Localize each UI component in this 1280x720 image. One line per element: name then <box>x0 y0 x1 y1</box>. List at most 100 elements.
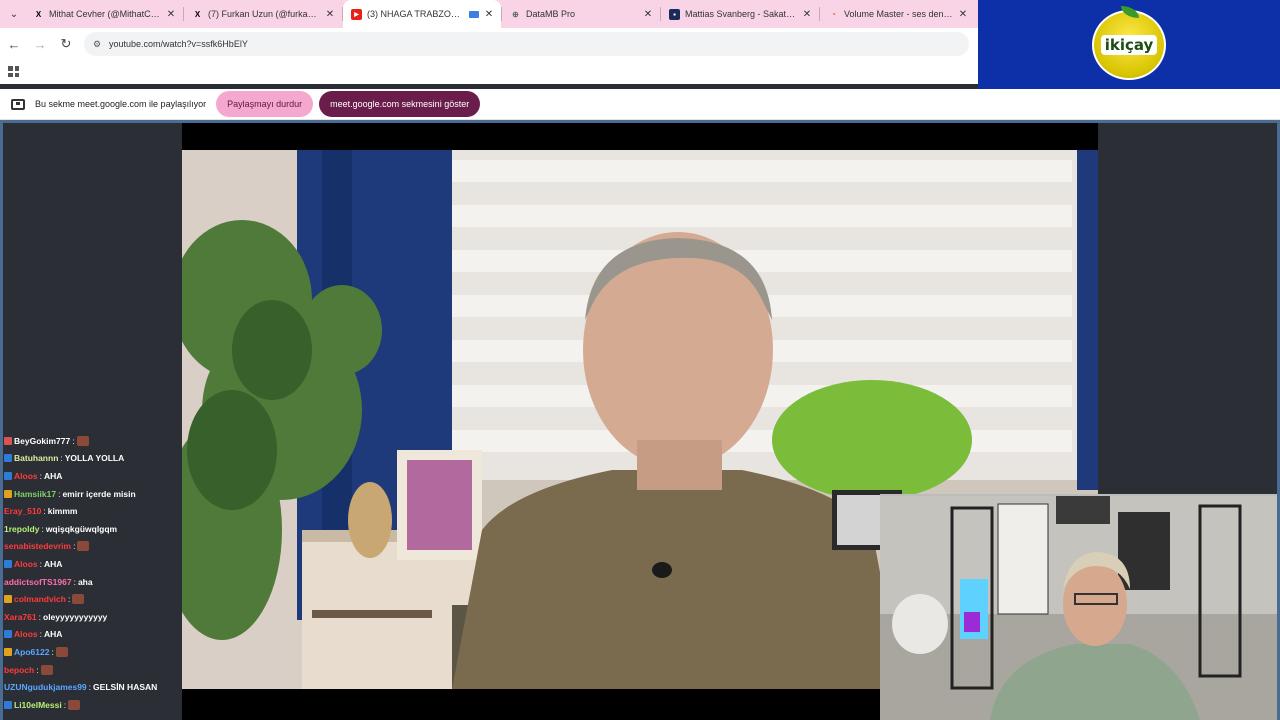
x-logo-icon: X <box>35 9 42 19</box>
chat-username[interactable]: Hamsiik17 <box>14 489 56 499</box>
chat-username[interactable]: Apo6122 <box>14 647 49 657</box>
chat-separator: : <box>72 435 75 446</box>
badge-icon <box>4 454 12 463</box>
leaf-icon <box>1121 5 1139 18</box>
chat-message: Apo6122: <box>3 643 181 661</box>
chat-separator: : <box>36 664 39 675</box>
apps-grid-icon[interactable] <box>8 66 19 77</box>
tab-title: (3) NHAGA TRABZONSPOR <box>367 9 466 19</box>
close-icon[interactable]: ✕ <box>324 8 336 20</box>
tab-0[interactable]: X Mithat Cevher (@MithatCevher ✕ <box>25 0 183 28</box>
chat-username[interactable]: colmandvich <box>14 594 66 604</box>
tab-title: Mithat Cevher (@MithatCevher <box>49 9 161 19</box>
tab-5[interactable]: ◔ Volume Master - ses denetleyici ✕ <box>820 0 975 28</box>
chat-message: 1repoldy: wqişqkgüwqlgqm <box>3 520 181 538</box>
chat-text: AHA <box>44 629 63 640</box>
chat-username[interactable]: 1repoldy <box>4 524 39 534</box>
chat-separator: : <box>73 541 76 552</box>
chat-separator: : <box>88 682 92 693</box>
chat-username[interactable]: Li10elMessi <box>14 700 62 710</box>
emote-icon <box>68 699 81 710</box>
bookmarks-bar <box>0 60 978 84</box>
chat-separator: : <box>63 699 67 710</box>
tab-4[interactable]: ▪ Mattias Svanberg - Sakatlık geç ✕ <box>661 0 819 28</box>
tab-1[interactable]: X (7) Furkan Uzun (@furkan__uzu ✕ <box>184 0 342 28</box>
chat-message: Eray_510: kimmm <box>3 502 181 520</box>
chat-message: Li10elMessi: <box>3 696 181 714</box>
emote-icon <box>77 541 90 552</box>
tab-strip: ⌄ X Mithat Cevher (@MithatCevher ✕ X (7) Fur… <box>0 0 978 28</box>
chat-separator: : <box>43 506 46 517</box>
chat-text: AHA <box>44 558 63 569</box>
close-icon[interactable]: ✕ <box>642 8 654 20</box>
chat-separator: : <box>39 558 42 569</box>
emote-icon <box>76 435 89 446</box>
chat-username[interactable]: Aloos <box>14 559 38 569</box>
chat-message: colmandvich: <box>3 590 181 608</box>
video-content: BeyGokim777: Batuhannn: YOLLA YOLLA Aloos: A… <box>0 120 1280 720</box>
chat-separator: : <box>67 594 71 605</box>
chat-message: bepoch: <box>3 661 181 679</box>
chat-message: Aloos: AHA <box>3 626 181 644</box>
site-icon: ▪ <box>669 8 680 20</box>
youtube-icon: ▶ <box>351 8 362 20</box>
badge-icon <box>4 595 12 604</box>
chat-text: GELSİN HASAN <box>93 682 158 693</box>
chat-username[interactable]: senabistedevrim <box>4 541 71 551</box>
chat-username[interactable]: addictsofTS1967 <box>4 577 72 587</box>
chat-username[interactable]: UZUNgudukjames99 <box>4 682 87 692</box>
chat-separator: : <box>38 611 41 622</box>
stream-logo: ikiçay <box>978 0 1280 89</box>
site-info-icon[interactable]: ⚙ <box>90 37 104 51</box>
chat-message: addictsofTS1967: aha <box>3 573 181 591</box>
address-bar[interactable]: ⚙ youtube.com/watch?v=ssfk6HbElY <box>84 32 969 56</box>
chat-text: AHA <box>44 470 63 481</box>
close-icon[interactable]: ✕ <box>165 8 177 20</box>
badge-icon <box>4 700 12 709</box>
chat-text: wqişqkgüwqlgqm <box>45 523 118 534</box>
chat-username[interactable]: bepoch <box>4 665 34 675</box>
chat-username[interactable]: Aloos <box>14 629 38 639</box>
tab-title: DataMB Pro <box>526 9 576 19</box>
chat-message: Batuhannn: YOLLA YOLLA <box>3 450 181 468</box>
chat-username[interactable]: Eray_510 <box>4 506 41 516</box>
tabs: X Mithat Cevher (@MithatCevher ✕ X (7) Furka… <box>25 0 975 28</box>
emote-icon <box>55 646 68 657</box>
emote-icon <box>72 594 85 605</box>
chat-username[interactable]: BeyGokim777 <box>14 436 70 446</box>
tab-3[interactable]: ⊕ DataMB Pro ✕ <box>502 0 660 28</box>
globe-icon: ⊕ <box>512 9 519 19</box>
reload-button[interactable]: ↻ <box>54 32 78 56</box>
close-icon[interactable]: ✕ <box>957 8 969 20</box>
letterbox-top <box>182 123 1098 150</box>
tab-title: (7) Furkan Uzun (@furkan__uzu <box>208 9 320 19</box>
tab-title: Volume Master - ses denetleyici <box>844 9 953 19</box>
sharing-status-text: Bu sekme meet.google.com ile paylaşılıyo… <box>35 99 207 109</box>
tab-sharing-bar: Bu sekme meet.google.com ile paylaşılıyo… <box>0 89 1280 120</box>
chat-message: UZUNgudukjames99: GELSİN HASAN <box>3 678 181 696</box>
chat-separator: : <box>51 646 54 657</box>
webcam-scene <box>880 494 1280 720</box>
back-button[interactable]: ← <box>2 32 26 56</box>
tab-search-button[interactable]: ⌄ <box>3 3 25 25</box>
close-icon[interactable]: ✕ <box>483 8 495 20</box>
chat-separator: : <box>58 488 61 499</box>
forward-button[interactable]: → <box>28 32 52 56</box>
chat-username[interactable]: Xara761 <box>4 612 37 622</box>
emote-icon <box>40 664 53 675</box>
chat-message: Aloos: AHA <box>3 555 181 573</box>
logo-text: ikiçay <box>1100 34 1158 55</box>
chat-username[interactable]: Batuhannn <box>14 453 58 463</box>
tab-2[interactable]: ▶ (3) NHAGA TRABZONSPOR ✕ <box>343 0 501 28</box>
chat-message: BeyGokim777: <box>3 432 181 450</box>
chat-username[interactable]: Aloos <box>14 471 38 481</box>
forward-arrow-icon: → <box>33 36 47 52</box>
chevron-down-icon: ⌄ <box>9 8 19 20</box>
badge-icon <box>4 647 12 656</box>
show-meet-tab-button[interactable]: meet.google.com sekmesini göster <box>319 91 481 117</box>
chat-message: Aloos: AHA <box>3 467 181 485</box>
stop-sharing-button[interactable]: Paylaşmayı durdur <box>216 91 314 117</box>
logo-badge: ikiçay <box>1092 5 1166 80</box>
close-icon[interactable]: ✕ <box>801 8 813 20</box>
tab-title: Mattias Svanberg - Sakatlık geç <box>685 9 797 19</box>
